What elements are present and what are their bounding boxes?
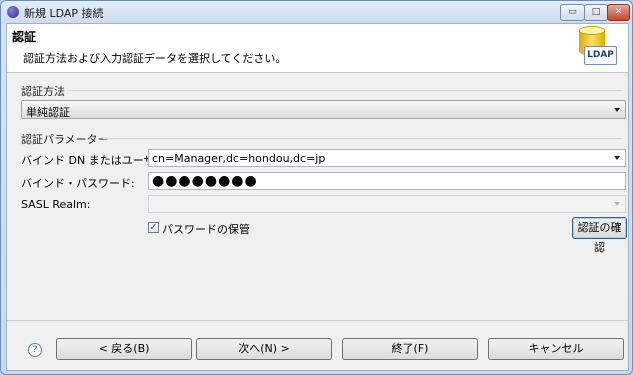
back-button[interactable]: < 戻る(B) [56, 338, 192, 360]
help-icon[interactable]: ? [28, 343, 42, 357]
chevron-down-icon [614, 156, 620, 160]
group-divider [103, 138, 622, 139]
maximize-button[interactable]: □ [584, 4, 608, 21]
auth-method-label: 認証方法 [21, 85, 65, 98]
next-button[interactable]: 次へ(N) > [196, 338, 332, 360]
auth-params-label: 認証パラメーター [21, 133, 109, 146]
sasl-realm-combo[interactable] [148, 195, 626, 213]
chevron-down-icon [614, 108, 620, 112]
bind-password-field[interactable]: ●●●●●●●● [148, 172, 626, 190]
close-button[interactable]: ✕ [607, 4, 630, 21]
finish-button[interactable]: 終了(F) [342, 338, 478, 360]
eclipse-app-icon [7, 6, 19, 18]
minimize-button[interactable]: ▭ [560, 4, 585, 21]
database-cylinder-top [579, 26, 605, 35]
auth-method-select[interactable]: 単純認証 [21, 100, 626, 119]
bind-dn-value: cn=Manager,dc=hondou,dc=jp [152, 152, 326, 165]
group-divider [69, 90, 622, 91]
checkmark-icon[interactable]: ✓ [148, 222, 159, 233]
save-password-label: パスワードの保管 [162, 223, 250, 236]
auth-method-value: 単純認証 [26, 106, 70, 119]
page-description: 認証方法および入力認証データを選択してください。 [23, 52, 287, 65]
chevron-down-icon [614, 202, 620, 206]
window-title: 新規 LDAP 接続 [24, 7, 104, 20]
sasl-realm-label: SASL Realm: [21, 198, 91, 211]
verify-auth-button[interactable]: 認証の確認 [572, 217, 627, 254]
ldap-database-icon: LDAP [577, 26, 617, 68]
title-bar[interactable]: 新規 LDAP 接続 ▭ □ ✕ [1, 1, 632, 23]
dialog-content: 認証 認証方法および入力認証データを選択してください。 LDAP 認証方法 単純… [6, 23, 629, 371]
dialog-window: 新規 LDAP 接続 ▭ □ ✕ 認証 認証方法および入力認証データを選択してく… [0, 0, 633, 375]
ldap-badge: LDAP [584, 46, 617, 65]
bind-password-value: ●●●●●●●● [152, 173, 258, 189]
page-title: 認証 [12, 30, 37, 44]
wizard-banner: 認証 認証方法および入力認証データを選択してください。 LDAP [7, 24, 628, 73]
cancel-button[interactable]: キャンセル [488, 338, 624, 360]
bind-password-label: バインド・パスワード: [21, 177, 135, 190]
footer-divider [7, 320, 628, 321]
bind-dn-label: バインド DN またはユーザー: [21, 154, 170, 167]
bind-dn-combo[interactable]: cn=Manager,dc=hondou,dc=jp [148, 149, 626, 167]
